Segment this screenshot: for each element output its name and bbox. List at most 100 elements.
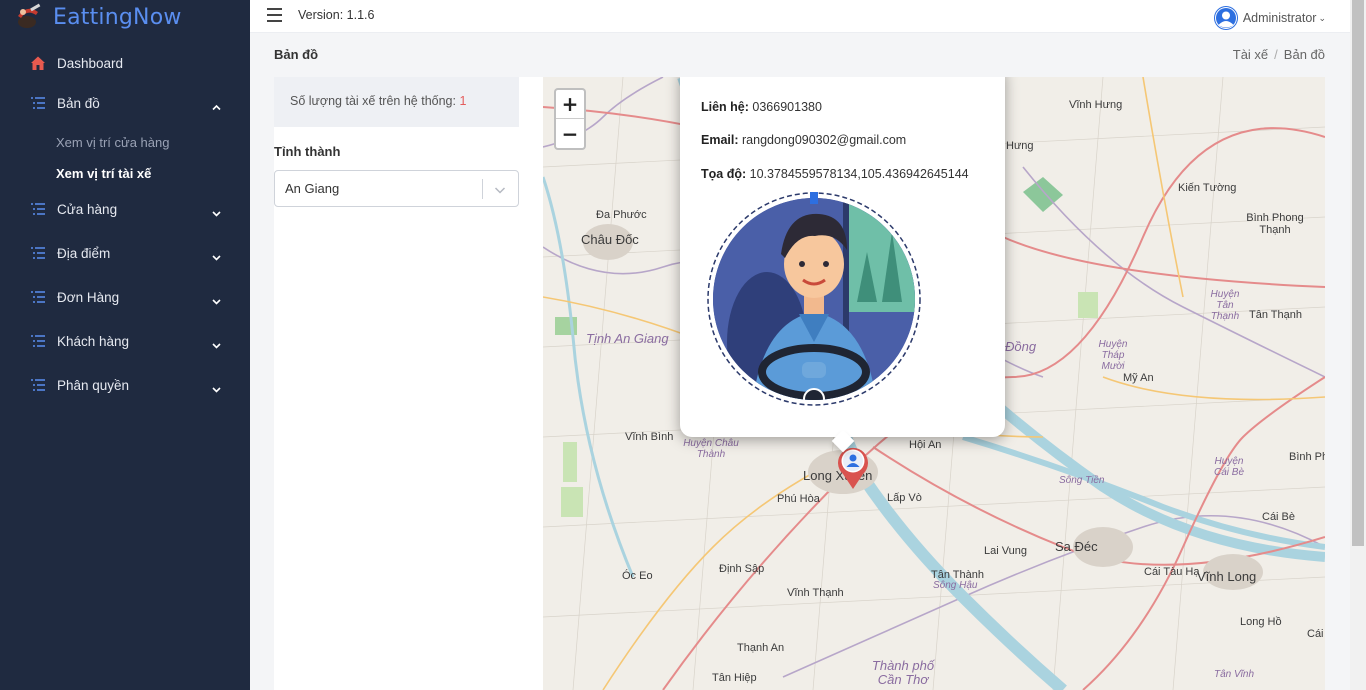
map-label: Cái Bè — [1262, 511, 1296, 523]
map-label: Đa Phước — [596, 209, 647, 221]
chevron-down-icon — [212, 249, 221, 261]
map-label: Kiến Tường — [1178, 182, 1237, 194]
sidebar-item-don-hang[interactable]: Đơn Hàng — [0, 285, 250, 309]
map-label: Huyện Tháp Mười — [1098, 339, 1128, 372]
chevron-up-icon — [212, 99, 221, 111]
map-label: Long Hồ — [1240, 616, 1282, 628]
sidebar-item-label: Đơn Hàng — [57, 289, 120, 305]
chevron-down-icon: ⌄ — [1318, 12, 1326, 23]
map-label: Bình Phong Thạnh — [1246, 212, 1304, 236]
province-select-value: An Giang — [285, 181, 340, 196]
sidebar-item-label: Địa điểm — [57, 245, 111, 261]
sidebar-subitem-driver-location[interactable]: Xem vị trí tài xế — [56, 166, 151, 181]
map-view[interactable]: Vĩnh Hưng Hưng Kiến Tường Bình Phong Thạ… — [543, 77, 1325, 690]
user-avatar-icon — [1213, 6, 1238, 30]
top-bar: Version: 1.1.6 Administrator ⌄ — [250, 0, 1350, 33]
map-label: Vĩnh Hưng — [1069, 99, 1123, 111]
map-label: Lấp Vò — [887, 492, 922, 504]
driver-count-value: 1 — [459, 94, 467, 108]
sidebar-item-ban-do[interactable]: Bản đồ — [0, 91, 250, 115]
list-icon — [30, 333, 46, 349]
sidebar: EattingNow Dashboard Bản đồ Xem vị trí c… — [0, 0, 250, 690]
breadcrumb: Tài xế / Bản đồ — [1232, 47, 1325, 62]
province-label: Tỉnh thành — [274, 144, 341, 159]
map-label: Vĩnh Long — [1197, 569, 1257, 584]
map-label: Tịnh An Giang — [586, 331, 669, 346]
map-label: Sông Hậu — [933, 580, 978, 591]
brand[interactable]: EattingNow — [14, 2, 182, 32]
filter-panel: Số lượng tài xế trên hệ thống: 1 Tỉnh th… — [274, 77, 543, 690]
breadcrumb-item[interactable]: Tài xế — [1233, 47, 1268, 62]
coordinates-label: Tọa độ: — [701, 167, 747, 181]
zoom-out-button[interactable]: − — [556, 119, 584, 148]
list-icon — [30, 377, 46, 393]
zoom-control: + − — [554, 88, 586, 150]
select-divider — [482, 179, 483, 199]
map-label: Tân Thạnh — [1249, 309, 1303, 321]
contact-value: 0366901380 — [752, 100, 822, 114]
hamburger-menu-icon[interactable] — [267, 8, 282, 22]
brand-name: EattingNow — [53, 4, 182, 30]
zoom-in-button[interactable]: + — [556, 90, 584, 119]
map-label: Thành phố Cần Thơ — [871, 658, 935, 687]
breadcrumb-item-current: Bản đồ — [1283, 47, 1325, 62]
sidebar-item-phan-quyen[interactable]: Phân quyền — [0, 373, 250, 397]
map-label: Phú Hòa — [777, 493, 820, 505]
user-name: Administrator — [1242, 11, 1317, 25]
sidebar-item-cua-hang[interactable]: Cửa hàng — [0, 197, 250, 221]
list-icon — [30, 289, 46, 305]
popup-contact: Liên hệ: 0366901380 — [701, 100, 822, 114]
sidebar-item-label: Cửa hàng — [57, 201, 118, 217]
sidebar-subitem-store-location[interactable]: Xem vị trí cửa hàng — [56, 135, 169, 150]
sidebar-item-dashboard[interactable]: Dashboard — [0, 51, 250, 75]
map-label: Lai Vung — [984, 545, 1028, 557]
popup-email: Email: rangdong090302@gmail.com — [701, 133, 906, 147]
home-icon — [30, 55, 46, 71]
chevron-down-icon — [212, 337, 221, 349]
version-label: Version: 1.1.6 — [298, 8, 375, 22]
sidebar-item-dia-diem[interactable]: Địa điểm — [0, 241, 250, 265]
map-label: Cái Tàu Hạ — [1144, 566, 1200, 578]
map-label: Huyện Cái Bè — [1213, 456, 1244, 478]
sidebar-item-label: Dashboard — [57, 55, 124, 71]
driver-avatar-image — [707, 192, 921, 406]
map-label: Huyện Châu Thành — [683, 438, 739, 460]
map-label: Hưng — [1006, 140, 1034, 152]
map-label: Sa Đéc — [1055, 539, 1098, 554]
map-label: Tân Hiệp — [712, 672, 757, 684]
map-label: Bình Ph — [1289, 451, 1325, 463]
map-label: Định Sập — [719, 563, 765, 575]
map-label: Châu Đốc — [581, 232, 639, 247]
list-icon — [30, 245, 46, 261]
chevron-down-icon — [212, 381, 221, 393]
sidebar-item-khach-hang[interactable]: Khách hàng — [0, 329, 250, 353]
map-label: Mỹ An — [1123, 372, 1154, 384]
map-label: Thạnh An — [737, 642, 785, 654]
map-label: Tân Vĩnh — [1214, 669, 1255, 680]
map-label: Đồng — [1005, 339, 1037, 354]
email-value: rangdong090302@gmail.com — [742, 133, 907, 147]
email-label: Email: — [701, 133, 739, 147]
driver-info-popup: Liên hệ: 0366901380 Email: rangdong09030… — [680, 77, 1005, 453]
map-label: Huyện Tân Thạnh — [1210, 289, 1240, 322]
province-select[interactable]: An Giang — [274, 170, 519, 207]
driver-count-label: Số lượng tài xế trên hệ thống: — [290, 94, 456, 108]
driver-count-box: Số lượng tài xế trên hệ thống: 1 — [274, 77, 519, 127]
chevron-down-icon — [212, 293, 221, 305]
page-scrollbar[interactable] — [1350, 0, 1366, 690]
chef-logo-icon — [14, 2, 44, 32]
contact-label: Liên hệ: — [701, 100, 749, 114]
scrollbar-thumb[interactable] — [1352, 0, 1364, 546]
map-label: Vĩnh Thạnh — [787, 587, 844, 599]
popup-coordinates: Tọa độ: 10.3784559578134,105.43694264514… — [701, 167, 969, 181]
map-label: Cái — [1307, 628, 1324, 640]
map-label: Hội An — [909, 439, 942, 451]
sidebar-item-label: Bản đồ — [57, 95, 100, 111]
list-icon — [30, 201, 46, 217]
map-label: Sông Tiền — [1059, 475, 1105, 486]
user-menu[interactable]: Administrator ⌄ — [1213, 6, 1326, 30]
chevron-down-icon[interactable] — [494, 183, 506, 195]
coordinates-value: 10.3784559578134,105.436942645144 — [749, 167, 969, 181]
sidebar-item-label: Khách hàng — [57, 333, 130, 349]
sidebar-item-label: Phân quyền — [57, 377, 130, 393]
